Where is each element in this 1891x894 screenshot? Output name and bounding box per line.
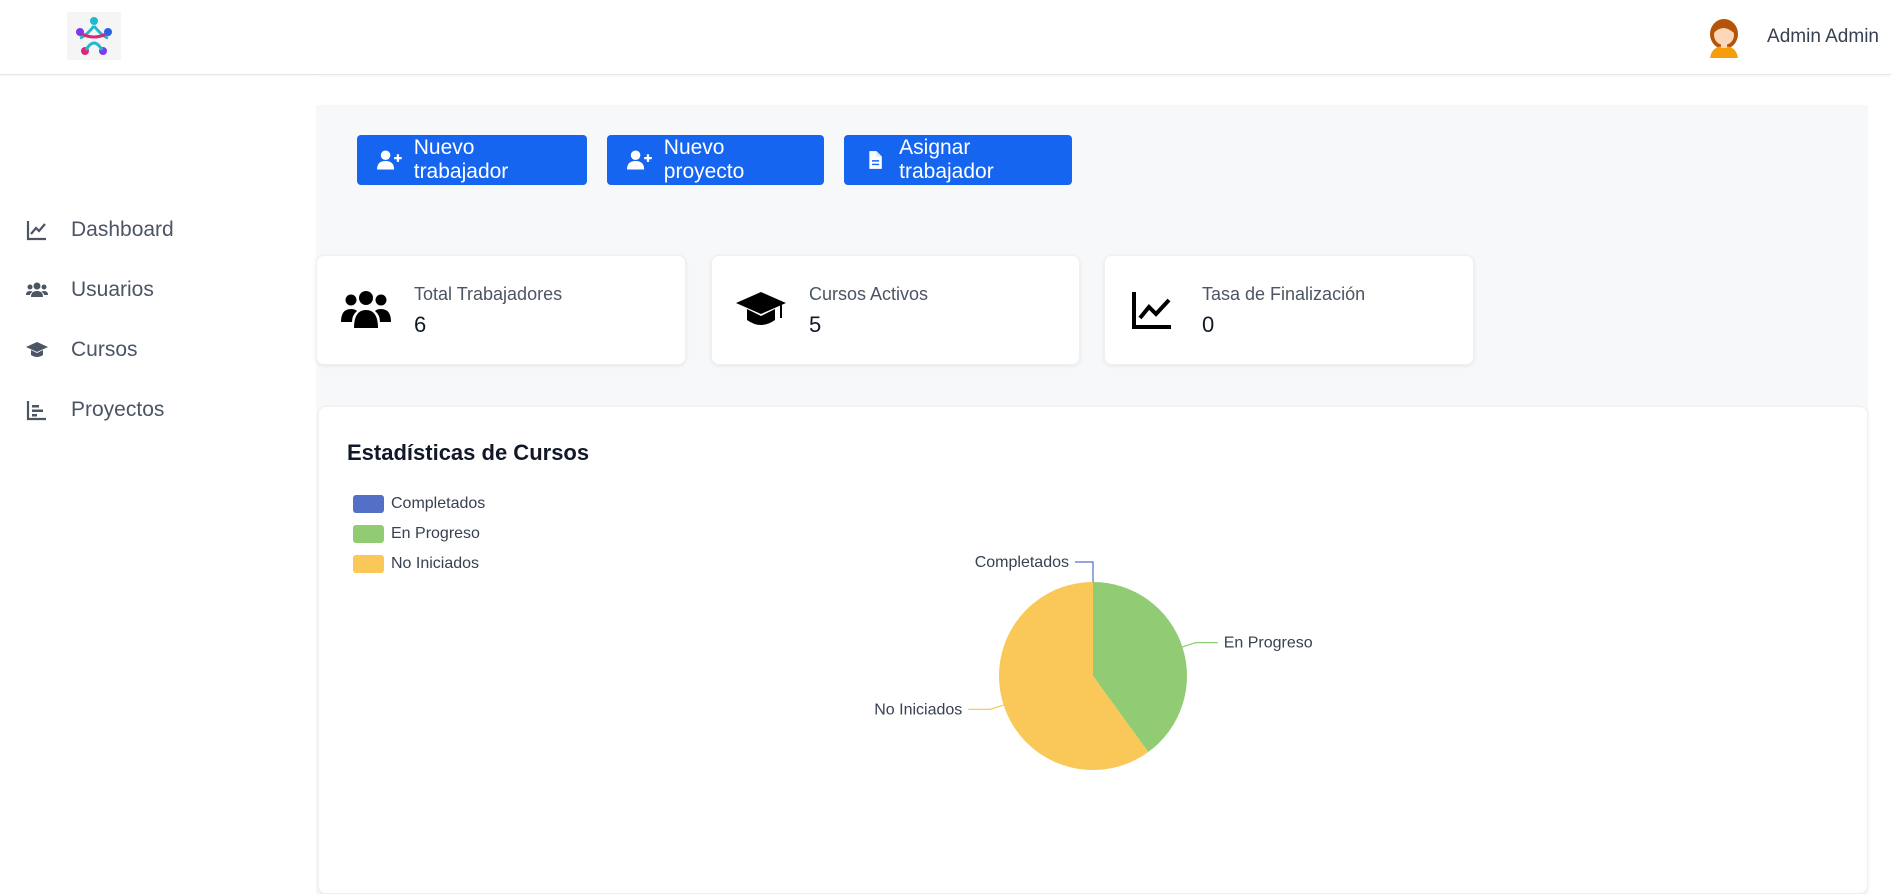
chart-line-icon [1132, 292, 1171, 329]
course-stats-panel [318, 406, 1868, 894]
assign-worker-button[interactable]: Asignar trabajador [844, 135, 1072, 185]
legend-item-completados[interactable]: Completados [353, 494, 485, 514]
sidebar-item-label: Proyectos [71, 398, 165, 421]
sidebar: Dashboard Usuarios Cursos Proyectos [0, 76, 316, 894]
legend-swatch [353, 525, 384, 543]
legend-item-en-progreso[interactable]: En Progreso [353, 524, 480, 544]
legend-label: En Progreso [391, 525, 480, 542]
stat-value: 5 [809, 312, 822, 337]
graduation-cap-icon [26, 342, 48, 357]
stat-label: Tasa de Finalización [1202, 284, 1366, 304]
sidebar-item-dashboard[interactable]: Dashboard [25, 210, 174, 250]
stat-label: Cursos Activos [809, 284, 929, 304]
stat-card-total-workers: Total Trabajadores 6 [316, 255, 686, 365]
chart-line-icon [26, 221, 46, 241]
graduation-cap-icon [736, 292, 786, 325]
logo-icon [76, 17, 112, 55]
sidebar-item-label: Cursos [71, 338, 138, 361]
sidebar-item-label: Usuarios [71, 278, 154, 301]
button-label: Nuevo trabajador [413, 136, 509, 183]
new-worker-button[interactable]: Nuevo trabajador [357, 135, 587, 185]
legend-label: No Iniciados [391, 555, 480, 572]
sidebar-item-cursos[interactable]: Cursos [25, 330, 138, 370]
bar-chart-icon [26, 401, 46, 421]
sidebar-item-label: Dashboard [71, 218, 174, 241]
stat-label: Total Trabajadores [414, 284, 563, 304]
stat-card-active-courses: Cursos Activos 5 [711, 255, 1080, 365]
sidebar-item-proyectos[interactable]: Proyectos [25, 390, 164, 430]
stat-card-completion-rate: Tasa de Finalización 0 [1104, 255, 1474, 365]
legend-label: Completados [391, 495, 486, 512]
sidebar-item-usuarios[interactable]: Usuarios [25, 270, 154, 310]
avatar[interactable] [1703, 16, 1745, 58]
user-name[interactable]: Admin Admin [1767, 26, 1879, 48]
panel-title: Estadísticas de Cursos [347, 440, 590, 465]
top-bar: Admin Admin [0, 0, 1891, 75]
stat-value: 6 [414, 312, 427, 337]
users-icon [341, 291, 391, 328]
legend-item-no-iniciados[interactable]: No Iniciados [353, 554, 479, 574]
user-plus-icon [377, 150, 402, 170]
button-label: Asignar trabajador [899, 136, 994, 183]
user-menu[interactable]: Admin Admin [1703, 14, 1879, 60]
file-icon [869, 151, 882, 169]
user-plus-icon [627, 150, 652, 170]
users-icon [26, 282, 48, 297]
new-project-button[interactable]: Nuevo proyecto [607, 135, 824, 185]
stat-value: 0 [1202, 312, 1215, 337]
legend-swatch [353, 555, 384, 573]
app-logo[interactable] [67, 12, 121, 60]
button-label: Nuevo proyecto [663, 136, 745, 183]
legend-swatch [353, 495, 384, 513]
